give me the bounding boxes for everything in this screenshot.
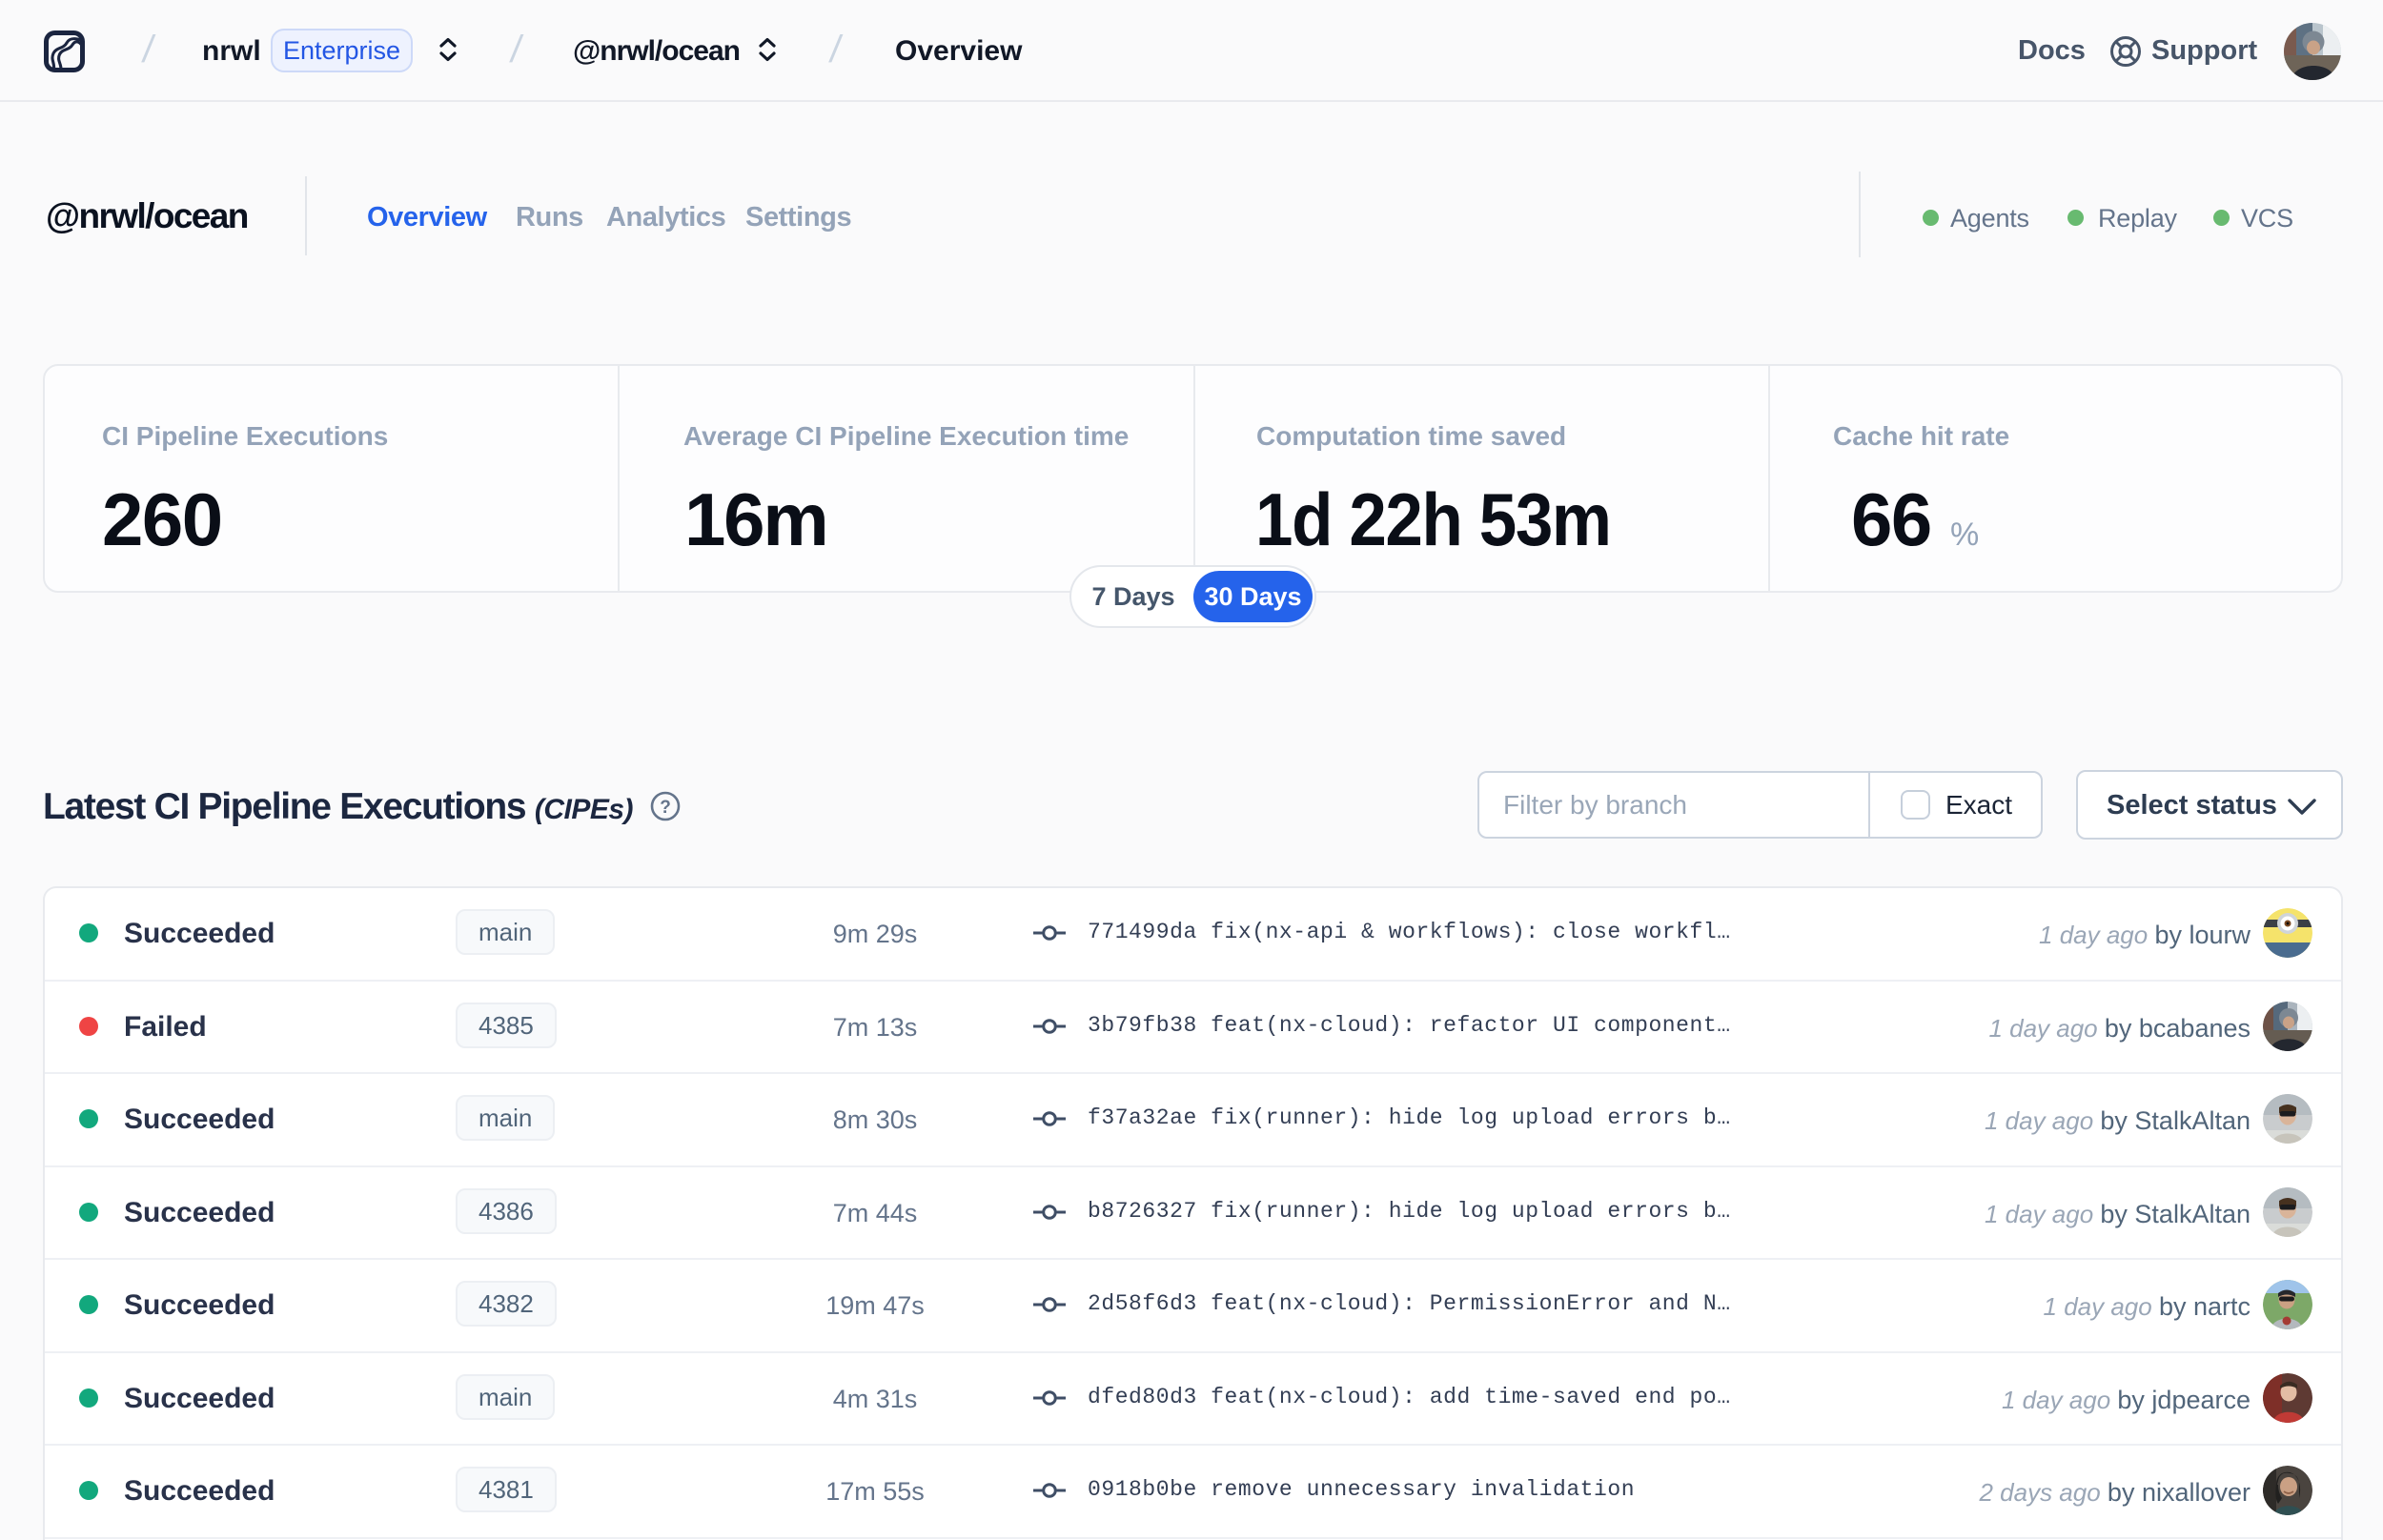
svg-text:?: ? (660, 798, 671, 818)
